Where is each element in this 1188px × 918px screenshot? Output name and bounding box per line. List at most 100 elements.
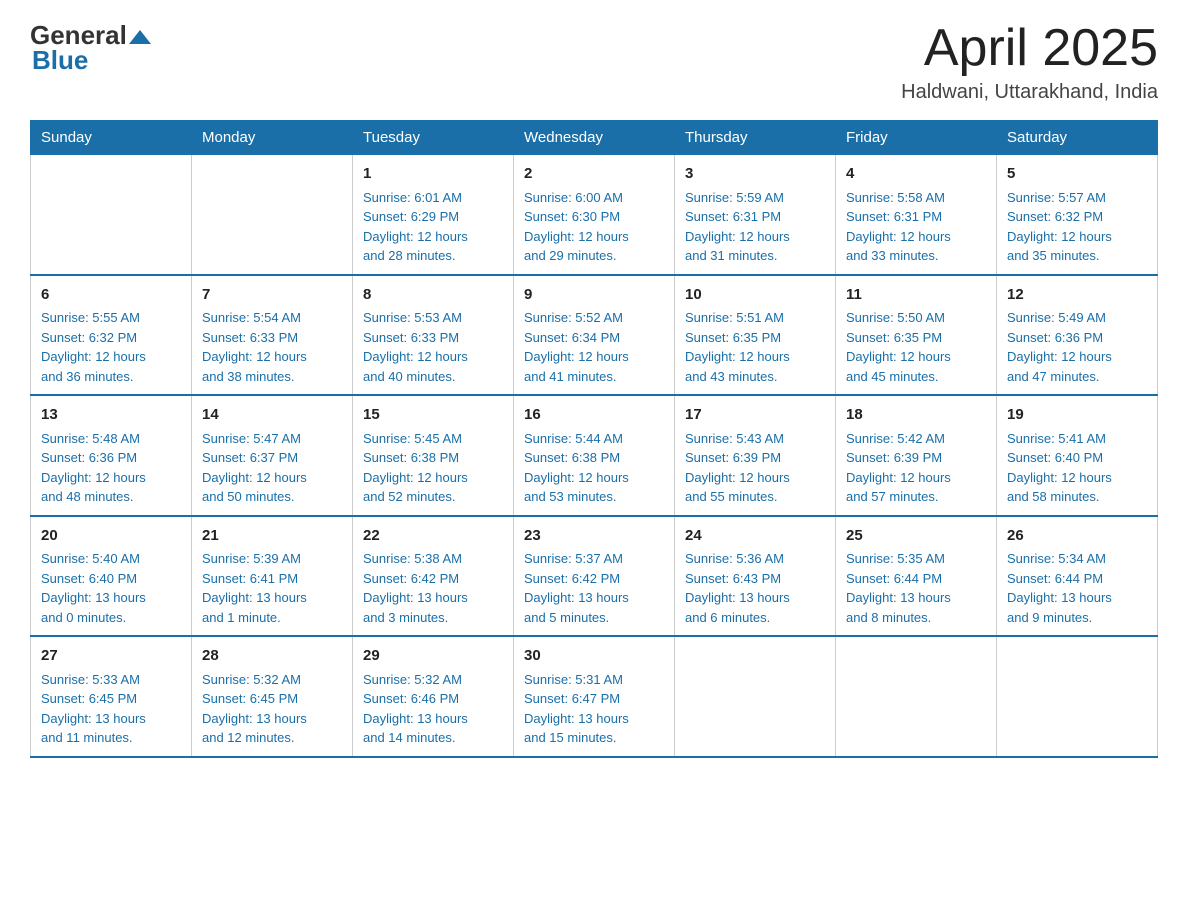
calendar-cell: 25Sunrise: 5:35 AMSunset: 6:44 PMDayligh… bbox=[836, 516, 997, 637]
calendar-week-5: 27Sunrise: 5:33 AMSunset: 6:45 PMDayligh… bbox=[31, 636, 1158, 757]
day-info: Sunrise: 5:34 AM bbox=[1007, 549, 1147, 569]
weekday-header-wednesday: Wednesday bbox=[514, 121, 675, 155]
day-info: Daylight: 12 hours bbox=[363, 227, 503, 247]
day-info: Daylight: 12 hours bbox=[1007, 347, 1147, 367]
day-info: and 29 minutes. bbox=[524, 246, 664, 266]
day-info: Sunrise: 5:42 AM bbox=[846, 429, 986, 449]
calendar-cell: 9Sunrise: 5:52 AMSunset: 6:34 PMDaylight… bbox=[514, 275, 675, 396]
day-info: Sunrise: 5:38 AM bbox=[363, 549, 503, 569]
day-number: 8 bbox=[363, 284, 503, 307]
day-info: and 38 minutes. bbox=[202, 367, 342, 387]
day-info: Sunset: 6:37 PM bbox=[202, 448, 342, 468]
day-number: 23 bbox=[524, 525, 664, 548]
calendar-week-3: 13Sunrise: 5:48 AMSunset: 6:36 PMDayligh… bbox=[31, 395, 1158, 516]
day-info: Sunset: 6:32 PM bbox=[41, 328, 181, 348]
weekday-row: SundayMondayTuesdayWednesdayThursdayFrid… bbox=[31, 121, 1158, 155]
day-info: Sunrise: 5:31 AM bbox=[524, 670, 664, 690]
weekday-header-sunday: Sunday bbox=[31, 121, 192, 155]
day-number: 1 bbox=[363, 163, 503, 186]
day-info: and 12 minutes. bbox=[202, 728, 342, 748]
logo-blue-text: Blue bbox=[32, 45, 88, 76]
day-info: and 14 minutes. bbox=[363, 728, 503, 748]
day-info: and 40 minutes. bbox=[363, 367, 503, 387]
day-info: Daylight: 12 hours bbox=[202, 468, 342, 488]
calendar-cell: 6Sunrise: 5:55 AMSunset: 6:32 PMDaylight… bbox=[31, 275, 192, 396]
day-info: Sunrise: 5:43 AM bbox=[685, 429, 825, 449]
calendar-cell: 18Sunrise: 5:42 AMSunset: 6:39 PMDayligh… bbox=[836, 395, 997, 516]
calendar-cell: 23Sunrise: 5:37 AMSunset: 6:42 PMDayligh… bbox=[514, 516, 675, 637]
day-info: Daylight: 12 hours bbox=[685, 468, 825, 488]
day-info: Sunrise: 5:58 AM bbox=[846, 188, 986, 208]
day-info: Daylight: 12 hours bbox=[202, 347, 342, 367]
day-info: Sunset: 6:40 PM bbox=[41, 569, 181, 589]
day-info: Sunrise: 6:00 AM bbox=[524, 188, 664, 208]
day-info: Daylight: 13 hours bbox=[41, 709, 181, 729]
day-info: and 3 minutes. bbox=[363, 608, 503, 628]
calendar-cell: 28Sunrise: 5:32 AMSunset: 6:45 PMDayligh… bbox=[192, 636, 353, 757]
day-info: Sunrise: 5:41 AM bbox=[1007, 429, 1147, 449]
day-info: Sunrise: 5:44 AM bbox=[524, 429, 664, 449]
day-info: Sunrise: 5:50 AM bbox=[846, 308, 986, 328]
day-number: 26 bbox=[1007, 525, 1147, 548]
calendar-cell: 14Sunrise: 5:47 AMSunset: 6:37 PMDayligh… bbox=[192, 395, 353, 516]
day-number: 2 bbox=[524, 163, 664, 186]
day-info: Sunrise: 5:37 AM bbox=[524, 549, 664, 569]
day-info: Daylight: 13 hours bbox=[846, 588, 986, 608]
calendar-cell bbox=[675, 636, 836, 757]
day-info: Sunrise: 5:55 AM bbox=[41, 308, 181, 328]
day-info: Sunset: 6:35 PM bbox=[846, 328, 986, 348]
day-number: 16 bbox=[524, 404, 664, 427]
calendar-cell: 2Sunrise: 6:00 AMSunset: 6:30 PMDaylight… bbox=[514, 155, 675, 275]
day-info: Daylight: 13 hours bbox=[202, 588, 342, 608]
day-number: 13 bbox=[41, 404, 181, 427]
day-number: 25 bbox=[846, 525, 986, 548]
calendar-cell: 27Sunrise: 5:33 AMSunset: 6:45 PMDayligh… bbox=[31, 636, 192, 757]
calendar-cell bbox=[31, 155, 192, 275]
day-info: Daylight: 12 hours bbox=[846, 468, 986, 488]
day-number: 29 bbox=[363, 645, 503, 668]
calendar-table: SundayMondayTuesdayWednesdayThursdayFrid… bbox=[30, 120, 1158, 758]
calendar-cell: 16Sunrise: 5:44 AMSunset: 6:38 PMDayligh… bbox=[514, 395, 675, 516]
day-number: 10 bbox=[685, 284, 825, 307]
calendar-cell: 26Sunrise: 5:34 AMSunset: 6:44 PMDayligh… bbox=[997, 516, 1158, 637]
day-info: Sunrise: 5:45 AM bbox=[363, 429, 503, 449]
day-number: 22 bbox=[363, 525, 503, 548]
day-info: Sunrise: 5:47 AM bbox=[202, 429, 342, 449]
day-info: Sunset: 6:31 PM bbox=[846, 207, 986, 227]
calendar-week-2: 6Sunrise: 5:55 AMSunset: 6:32 PM Daylight… bbox=[31, 275, 1158, 396]
day-number: 11 bbox=[846, 284, 986, 307]
day-info: Sunset: 6:47 PM bbox=[524, 689, 664, 709]
day-number: 28 bbox=[202, 645, 342, 668]
calendar-cell: 7Sunrise: 5:54 AMSunset: 6:33 PMDaylight… bbox=[192, 275, 353, 396]
day-info: and 50 minutes. bbox=[202, 487, 342, 507]
day-number: 7 bbox=[202, 284, 342, 307]
day-info: and 41 minutes. bbox=[524, 367, 664, 387]
calendar-cell: 8Sunrise: 5:53 AMSunset: 6:33 PMDaylight… bbox=[353, 275, 514, 396]
calendar-cell: 30Sunrise: 5:31 AMSunset: 6:47 PMDayligh… bbox=[514, 636, 675, 757]
day-info: and 53 minutes. bbox=[524, 487, 664, 507]
day-info: and 47 minutes. bbox=[1007, 367, 1147, 387]
calendar-cell: 13Sunrise: 5:48 AMSunset: 6:36 PMDayligh… bbox=[31, 395, 192, 516]
day-info: Sunrise: 5:57 AM bbox=[1007, 188, 1147, 208]
day-info: Sunrise: 5:48 AM bbox=[41, 429, 181, 449]
day-number: 6 bbox=[41, 284, 181, 307]
weekday-header-friday: Friday bbox=[836, 121, 997, 155]
day-info: Sunrise: 5:35 AM bbox=[846, 549, 986, 569]
day-info: Daylight: 12 hours bbox=[1007, 227, 1147, 247]
day-info: Sunset: 6:38 PM bbox=[363, 448, 503, 468]
day-info: Daylight: 12 hours bbox=[846, 347, 986, 367]
day-info: Sunset: 6:44 PM bbox=[846, 569, 986, 589]
day-info: and 58 minutes. bbox=[1007, 487, 1147, 507]
day-info: and 9 minutes. bbox=[1007, 608, 1147, 628]
day-info: Sunset: 6:39 PM bbox=[685, 448, 825, 468]
day-info: Daylight: 12 hours bbox=[685, 347, 825, 367]
day-info: Sunrise: 5:52 AM bbox=[524, 308, 664, 328]
day-info: and 0 minutes. bbox=[41, 608, 181, 628]
calendar-cell: 21Sunrise: 5:39 AMSunset: 6:41 PMDayligh… bbox=[192, 516, 353, 637]
day-info: Sunrise: 5:39 AM bbox=[202, 549, 342, 569]
day-info: and 48 minutes. bbox=[41, 487, 181, 507]
calendar-body: 1Sunrise: 6:01 AMSunset: 6:29 PMDaylight… bbox=[31, 155, 1158, 757]
day-info: Sunset: 6:33 PM bbox=[202, 328, 342, 348]
day-number: 19 bbox=[1007, 404, 1147, 427]
day-info: Sunrise: 5:32 AM bbox=[363, 670, 503, 690]
